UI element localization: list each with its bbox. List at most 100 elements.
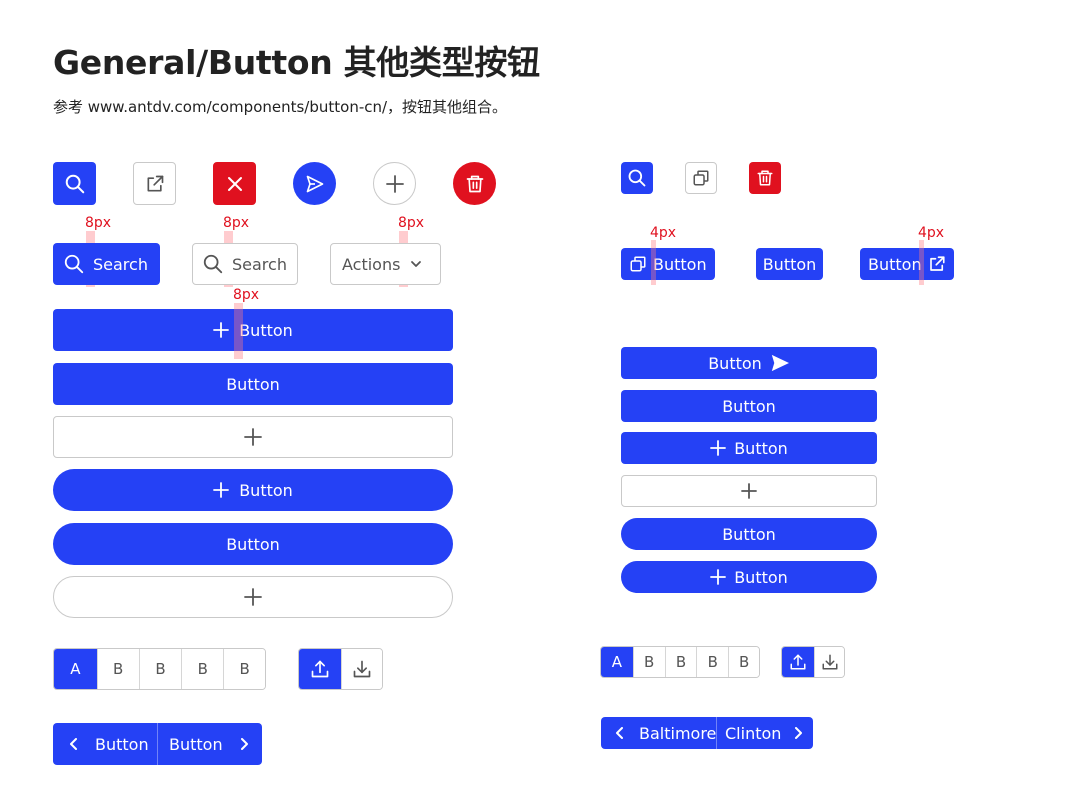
delete-icon-button[interactable] xyxy=(453,162,496,205)
upload-button[interactable] xyxy=(299,649,342,689)
next-button[interactable]: Clinton xyxy=(717,717,813,749)
download-icon xyxy=(821,653,839,671)
download-icon xyxy=(352,659,372,679)
chevron-left-icon xyxy=(615,727,625,739)
upload-button[interactable] xyxy=(782,647,814,677)
close-icon xyxy=(227,176,243,192)
plain-button-small[interactable]: Button xyxy=(756,248,823,280)
search-button-label: Search xyxy=(232,254,287,274)
segment-option[interactable]: B xyxy=(181,649,224,689)
segment-option[interactable]: B xyxy=(696,647,729,677)
add-button-label: Button xyxy=(734,438,788,458)
segment-option[interactable]: B xyxy=(728,647,759,677)
plus-icon xyxy=(244,588,262,606)
plus-icon xyxy=(710,569,727,585)
next-button[interactable]: Button xyxy=(158,723,262,765)
plain-button-wide-small[interactable]: Button xyxy=(621,390,877,422)
pager-group: Button Button xyxy=(53,723,262,765)
segment-option[interactable]: B xyxy=(96,649,139,689)
segment-option[interactable]: A xyxy=(54,649,97,689)
upload-icon xyxy=(789,653,807,671)
spacing-label: 8px xyxy=(85,215,112,231)
close-icon-button[interactable] xyxy=(213,162,256,205)
spacing-label: 4px xyxy=(918,225,945,241)
plus-icon xyxy=(385,174,404,193)
upload-download-group xyxy=(298,648,383,690)
segment-option[interactable]: B xyxy=(223,649,265,689)
spacing-marker xyxy=(651,240,656,285)
actions-dropdown-button[interactable]: Actions xyxy=(330,243,441,285)
add-button-round[interactable]: Button xyxy=(53,469,453,511)
pager-group-small: Baltimore Clinton xyxy=(601,717,813,749)
plain-button-label: Button xyxy=(226,534,280,554)
send-icon-button[interactable] xyxy=(293,162,336,205)
external-link-button-label: Button xyxy=(868,254,922,274)
segment-option[interactable]: B xyxy=(138,649,182,689)
delete-icon-button-small[interactable] xyxy=(749,162,781,194)
add-icon-button[interactable] xyxy=(373,162,416,205)
search-icon-button[interactable] xyxy=(53,162,96,205)
search-icon-button-small[interactable] xyxy=(621,162,653,194)
add-button-label: Button xyxy=(239,480,293,500)
copy-button[interactable]: Button xyxy=(621,248,715,280)
prev-button[interactable]: Button xyxy=(53,723,157,765)
plus-icon xyxy=(213,322,230,338)
plain-button-label: Button xyxy=(722,524,776,544)
add-button-wide[interactable]: Button xyxy=(53,309,453,351)
actions-button-label: Actions xyxy=(342,254,401,274)
segment-option[interactable]: B xyxy=(632,647,665,677)
segmented-control-small: A B B B B xyxy=(600,646,760,678)
search-icon xyxy=(64,173,86,195)
search-icon xyxy=(63,253,85,275)
prev-button[interactable]: Baltimore xyxy=(601,717,716,749)
download-button[interactable] xyxy=(341,649,382,689)
send-button-wide[interactable]: Button xyxy=(621,347,877,379)
spacing-label: 8px xyxy=(398,215,425,231)
send-icon xyxy=(770,354,790,372)
add-button-round-small[interactable]: Button xyxy=(621,561,877,593)
segment-option[interactable]: A xyxy=(601,647,633,677)
segmented-control: A B B B B xyxy=(53,648,266,690)
segment-option[interactable]: B xyxy=(664,647,697,677)
copy-button-label: Button xyxy=(653,254,707,274)
copy-icon xyxy=(692,169,710,187)
send-icon xyxy=(305,174,325,194)
search-icon xyxy=(202,253,224,275)
add-button-label: Button xyxy=(734,567,788,587)
add-icon-button-wide[interactable] xyxy=(53,416,453,458)
add-icon-button-round[interactable] xyxy=(53,576,453,618)
next-button-label: Clinton xyxy=(725,723,782,743)
spacing-label: 8px xyxy=(233,287,260,303)
trash-icon xyxy=(756,169,774,187)
prev-button-label: Baltimore xyxy=(639,723,717,743)
copy-icon-button-small[interactable] xyxy=(685,162,717,194)
search-button-primary[interactable]: Search xyxy=(53,243,160,285)
spacing-label: 8px xyxy=(223,215,250,231)
plain-button-round-small[interactable]: Button xyxy=(621,518,877,550)
chevron-down-icon xyxy=(410,258,422,270)
external-link-button[interactable]: Button xyxy=(860,248,954,280)
download-button[interactable] xyxy=(814,647,844,677)
plus-icon xyxy=(244,428,262,446)
external-link-icon-button[interactable] xyxy=(133,162,176,205)
plain-button-label: Button xyxy=(226,374,280,394)
spacing-label: 4px xyxy=(650,225,677,241)
plain-button-label: Button xyxy=(762,254,817,274)
upload-download-group-small xyxy=(781,646,845,678)
next-button-label: Button xyxy=(169,734,223,754)
plain-button-wide[interactable]: Button xyxy=(53,363,453,405)
prev-button-label: Button xyxy=(95,734,149,754)
page-subtitle: 参考 www.antdv.com/components/button-cn/，按… xyxy=(53,98,508,116)
plus-icon xyxy=(710,440,727,456)
add-button-wide-small[interactable]: Button xyxy=(621,432,877,464)
external-link-icon xyxy=(928,255,946,273)
add-icon-button-wide-small[interactable] xyxy=(621,475,877,507)
page-title: General/Button 其他类型按钮 xyxy=(53,43,540,82)
spacing-marker xyxy=(234,303,243,359)
spacing-marker xyxy=(919,240,924,285)
trash-icon xyxy=(465,174,485,194)
external-link-icon xyxy=(145,174,165,194)
plain-button-label: Button xyxy=(722,396,776,416)
search-button-default[interactable]: Search xyxy=(192,243,298,285)
plain-button-round[interactable]: Button xyxy=(53,523,453,565)
